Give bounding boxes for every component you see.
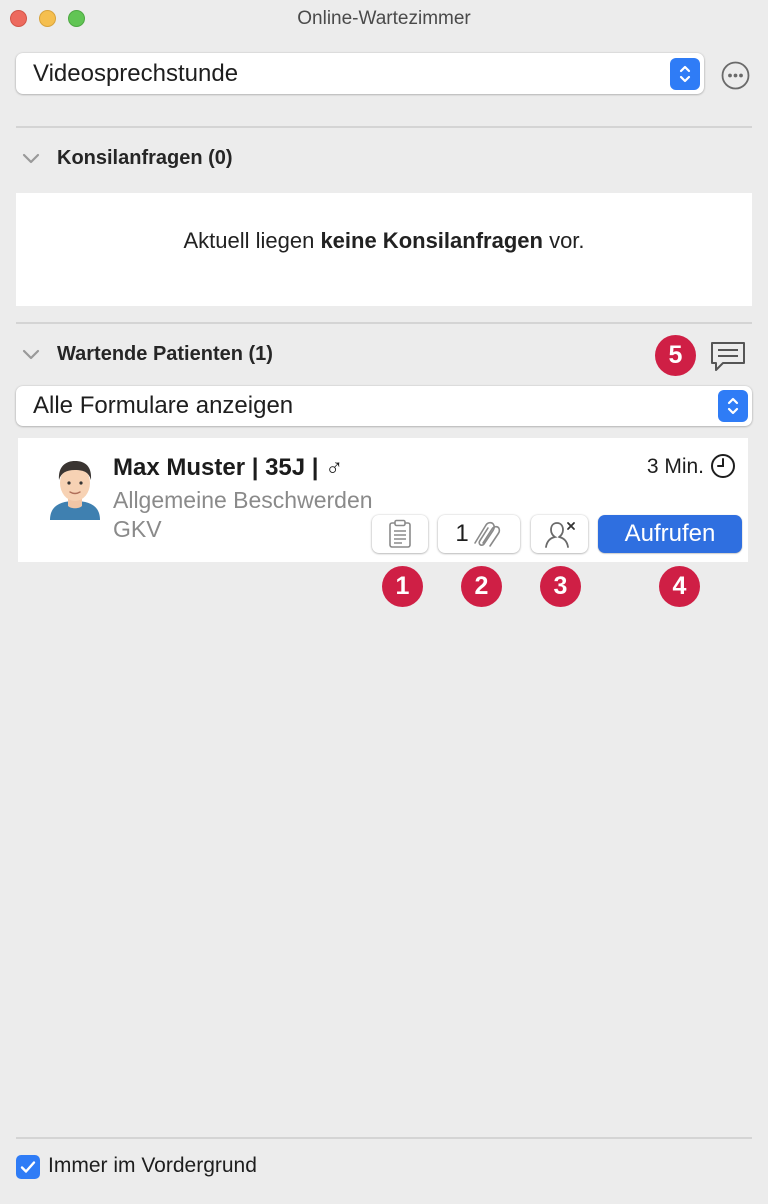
chevron-down-icon (22, 349, 40, 360)
clock-icon (711, 454, 735, 478)
patient-avatar (50, 461, 100, 520)
annotation-badge-2: 2 (461, 566, 502, 607)
consult-requests-empty-state: Aktuell liegen keine Konsilanfragen vor. (16, 193, 752, 306)
annotation-badge-4: 4 (659, 566, 700, 607)
always-on-top-checkbox[interactable] (16, 1155, 40, 1179)
title-bar[interactable]: Online-Wartezimmer (0, 0, 768, 38)
more-options-button[interactable] (721, 61, 750, 90)
empty-state-bold: keine Konsilanfragen (320, 228, 543, 253)
always-on-top-label[interactable]: Immer im Vordergrund (48, 1154, 257, 1178)
waiting-patients-header[interactable]: Wartende Patienten (1) (22, 343, 422, 369)
form-filter-select[interactable]: Alle Formulare anzeigen (16, 386, 752, 426)
online-waiting-room-window: Online-Wartezimmer Videosprechstunde Kon… (0, 0, 768, 1204)
call-patient-button[interactable]: Aufrufen (598, 515, 742, 553)
consultation-type-value: Videosprechstunde (33, 59, 239, 87)
clipboard-icon (389, 519, 411, 548)
form-filter-value: Alle Formulare anzeigen (33, 392, 294, 419)
male-icon: ♂ (325, 454, 344, 481)
forms-button[interactable] (372, 515, 428, 553)
window-title: Online-Wartezimmer (297, 8, 471, 29)
divider (16, 126, 752, 128)
checkmark-icon (20, 1161, 36, 1173)
attachments-button[interactable]: 1 (438, 515, 520, 553)
remove-patient-button[interactable] (531, 515, 588, 553)
empty-state-text: Aktuell liegen (183, 228, 321, 253)
person-remove-icon (544, 522, 575, 548)
ellipsis-circle-icon (721, 61, 750, 90)
consult-requests-header[interactable]: Konsilanfragen (0) (22, 147, 422, 173)
patient-list-item[interactable]: Max Muster | 35J | ♂ Allgemeine Beschwer… (18, 438, 748, 562)
patient-name: Max Muster | 35J | ♂ (113, 454, 343, 482)
chevron-up-down-icon (718, 390, 748, 422)
annotation-badge-1: 1 (382, 566, 423, 607)
messages-button[interactable] (709, 340, 747, 374)
attachments-count: 1 (455, 520, 469, 547)
consult-requests-title: Konsilanfragen (0) (57, 147, 233, 169)
paperclip-icon (473, 521, 500, 547)
chevron-up-down-icon (670, 57, 700, 90)
patient-reason: Allgemeine Beschwerden (113, 487, 373, 513)
patient-insurance: GKV (113, 516, 162, 542)
divider (16, 1137, 752, 1139)
annotation-badge-5: 5 (655, 335, 696, 376)
chevron-down-icon (22, 153, 40, 164)
empty-state-suffix: vor. (542, 228, 585, 253)
divider (16, 322, 752, 324)
waiting-patients-title: Wartende Patienten (1) (57, 343, 273, 365)
patient-name-text: Max Muster | 35J | (113, 454, 326, 481)
waiting-time: 3 Min. (646, 455, 704, 478)
annotation-badge-3: 3 (540, 566, 581, 607)
consultation-type-select[interactable]: Videosprechstunde (16, 53, 704, 94)
chat-bubble-icon (711, 342, 745, 371)
